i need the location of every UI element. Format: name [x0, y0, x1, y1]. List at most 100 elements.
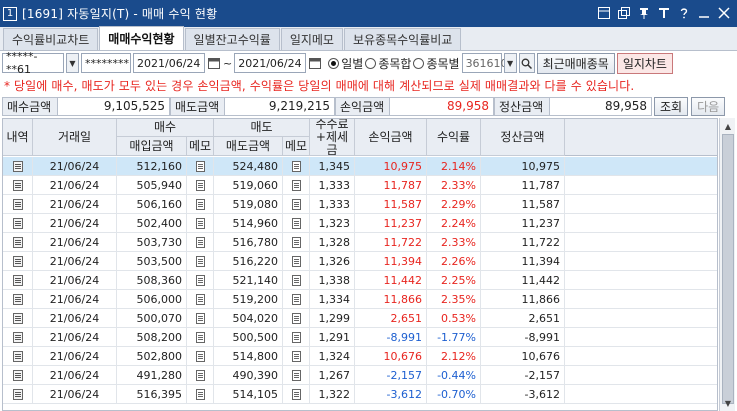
memo-icon[interactable]	[195, 313, 205, 324]
document-icon[interactable]	[12, 351, 23, 362]
table-row[interactable]: 21/06/24 491,280 490,390 1,267 -2,157 -0.44% -…	[3, 366, 717, 385]
memo-icon[interactable]	[195, 161, 205, 172]
radio-daily[interactable]: 일별	[328, 55, 363, 72]
col-buy-memo[interactable]: 메모	[187, 137, 214, 156]
account-dropdown-button[interactable]: ▼	[66, 53, 79, 73]
row-detail-cell[interactable]	[3, 290, 33, 309]
memo-icon[interactable]	[195, 389, 205, 400]
memo-icon[interactable]	[291, 218, 301, 229]
document-icon[interactable]	[12, 180, 23, 191]
table-row[interactable]: 21/06/24 506,000 519,200 1,334 11,866 2.35% 11…	[3, 290, 717, 309]
memo-icon[interactable]	[291, 294, 301, 305]
col-sell-amount[interactable]: 매도금액	[214, 137, 283, 156]
buy-memo-cell[interactable]	[187, 328, 214, 347]
tab-daily-balance-return[interactable]: 일별잔고수익률	[184, 28, 280, 50]
password-field[interactable]: ********	[81, 53, 131, 73]
memo-icon[interactable]	[195, 256, 205, 267]
buy-memo-cell[interactable]	[187, 214, 214, 233]
scroll-up-icon[interactable]: ▲	[720, 119, 736, 133]
document-icon[interactable]	[12, 199, 23, 210]
memo-icon[interactable]	[291, 332, 301, 343]
pin-icon[interactable]	[636, 5, 651, 20]
journal-chart-button[interactable]: 일지차트	[616, 52, 673, 74]
document-icon[interactable]	[12, 294, 23, 305]
memo-icon[interactable]	[291, 370, 301, 381]
tab-return-comparison-chart[interactable]: 수익률비교차트	[3, 28, 99, 50]
account-field[interactable]: *****-**61	[2, 50, 64, 76]
buy-memo-cell[interactable]	[187, 366, 214, 385]
stock-code-dropdown-button[interactable]: ▼	[503, 53, 517, 73]
font-size-icon[interactable]	[656, 5, 671, 20]
table-row[interactable]: 21/06/24 500,070 504,020 1,299 2,651 0.53% 2,6…	[3, 309, 717, 328]
buy-memo-cell[interactable]	[187, 233, 214, 252]
document-icon[interactable]	[12, 275, 23, 286]
search-icon[interactable]	[518, 53, 535, 73]
row-detail-cell[interactable]	[3, 176, 33, 195]
buy-memo-cell[interactable]	[187, 309, 214, 328]
window-restore-icon[interactable]	[596, 5, 611, 20]
memo-icon[interactable]	[291, 256, 301, 267]
row-detail-cell[interactable]	[3, 347, 33, 366]
radio-button[interactable]	[413, 57, 425, 69]
row-detail-cell[interactable]	[3, 252, 33, 271]
row-detail-cell[interactable]	[3, 233, 33, 252]
memo-icon[interactable]	[195, 199, 205, 210]
table-row[interactable]: 21/06/24 503,730 516,780 1,328 11,722 2.33% 11…	[3, 233, 717, 252]
radio-button[interactable]	[365, 57, 377, 69]
sell-memo-cell[interactable]	[283, 290, 310, 309]
memo-icon[interactable]	[291, 180, 301, 191]
col-return-rate[interactable]: 수익률	[427, 119, 481, 156]
buy-memo-cell[interactable]	[187, 271, 214, 290]
vertical-scrollbar[interactable]: ▲ ▼	[719, 118, 735, 411]
calendar-icon[interactable]	[308, 53, 322, 73]
sell-memo-cell[interactable]	[283, 195, 310, 214]
document-icon[interactable]	[12, 389, 23, 400]
sell-memo-cell[interactable]	[283, 157, 310, 176]
memo-icon[interactable]	[195, 237, 205, 248]
buy-memo-cell[interactable]	[187, 176, 214, 195]
col-type[interactable]: 내역	[3, 119, 33, 156]
buy-memo-cell[interactable]	[187, 290, 214, 309]
col-pnl[interactable]: 손익금액	[355, 119, 427, 156]
row-detail-cell[interactable]	[3, 309, 33, 328]
stock-code-input[interactable]: 361610	[461, 53, 508, 73]
memo-icon[interactable]	[291, 313, 301, 324]
sell-memo-cell[interactable]	[283, 214, 310, 233]
memo-icon[interactable]	[291, 389, 301, 400]
table-row[interactable]: 21/06/24 502,800 514,800 1,324 10,676 2.12% 10…	[3, 347, 717, 366]
minimize-icon[interactable]	[696, 5, 711, 20]
row-detail-cell[interactable]	[3, 157, 33, 176]
table-row[interactable]: 21/06/24 508,360 521,140 1,338 11,442 2.25% 11…	[3, 271, 717, 290]
memo-icon[interactable]	[291, 351, 301, 362]
row-detail-cell[interactable]	[3, 214, 33, 233]
col-sell-memo[interactable]: 메모	[283, 137, 310, 156]
next-button[interactable]: 다음	[691, 96, 726, 116]
row-detail-cell[interactable]	[3, 385, 33, 404]
tab-journal-memo[interactable]: 일지메모	[280, 28, 343, 50]
col-buy-amount[interactable]: 매입금액	[117, 137, 187, 156]
query-button[interactable]: 조회	[654, 96, 689, 116]
calendar-icon[interactable]	[207, 53, 221, 73]
table-row[interactable]: 21/06/24 505,940 519,060 1,333 11,787 2.33% 11…	[3, 176, 717, 195]
row-detail-cell[interactable]	[3, 195, 33, 214]
radio-by-stock[interactable]: 종목별	[413, 55, 460, 72]
date-from-input[interactable]: 2021/06/24	[133, 53, 205, 73]
memo-icon[interactable]	[195, 332, 205, 343]
document-icon[interactable]	[12, 237, 23, 248]
radio-button[interactable]	[328, 57, 340, 69]
memo-icon[interactable]	[195, 294, 205, 305]
buy-memo-cell[interactable]	[187, 347, 214, 366]
document-icon[interactable]	[12, 218, 23, 229]
buy-memo-cell[interactable]	[187, 385, 214, 404]
sell-memo-cell[interactable]	[283, 385, 310, 404]
table-row[interactable]: 21/06/24 516,395 514,105 1,322 -3,612 -0.70% -…	[3, 385, 717, 404]
col-settle[interactable]: 정산금액	[481, 119, 565, 156]
row-detail-cell[interactable]	[3, 328, 33, 347]
scroll-down-icon[interactable]: ▼	[720, 396, 736, 410]
buy-memo-cell[interactable]	[187, 195, 214, 214]
sell-memo-cell[interactable]	[283, 347, 310, 366]
sell-memo-cell[interactable]	[283, 328, 310, 347]
close-icon[interactable]	[716, 5, 731, 20]
sell-memo-cell[interactable]	[283, 176, 310, 195]
document-icon[interactable]	[12, 370, 23, 381]
